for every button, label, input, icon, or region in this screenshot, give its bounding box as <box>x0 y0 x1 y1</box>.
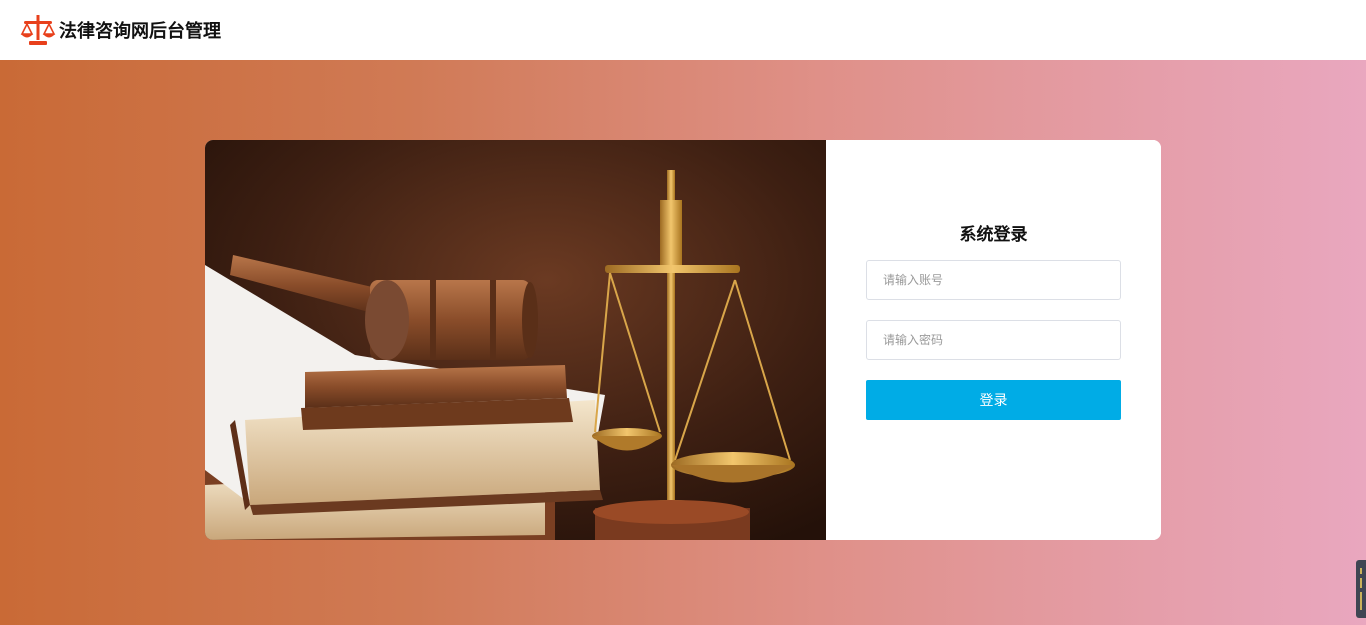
account-field[interactable] <box>866 260 1121 300</box>
gavel-books-and-scales-photo <box>205 140 826 540</box>
volume-meter-icon[interactable] <box>1356 560 1366 618</box>
account-input[interactable] <box>883 261 1120 299</box>
password-field[interactable] <box>866 320 1121 360</box>
password-input[interactable] <box>883 321 1120 359</box>
site-title: 法律咨询网后台管理 <box>59 21 221 42</box>
top-header: 法律咨询网后台管理 <box>0 0 1366 60</box>
login-button[interactable]: 登录 <box>866 380 1121 420</box>
login-panel: 系统登录 登录 <box>826 140 1161 540</box>
scales-of-justice-icon <box>20 15 56 45</box>
login-card: 系统登录 登录 <box>205 140 1161 540</box>
login-background: 系统登录 登录 <box>0 60 1366 625</box>
login-title: 系统登录 <box>959 225 1028 245</box>
